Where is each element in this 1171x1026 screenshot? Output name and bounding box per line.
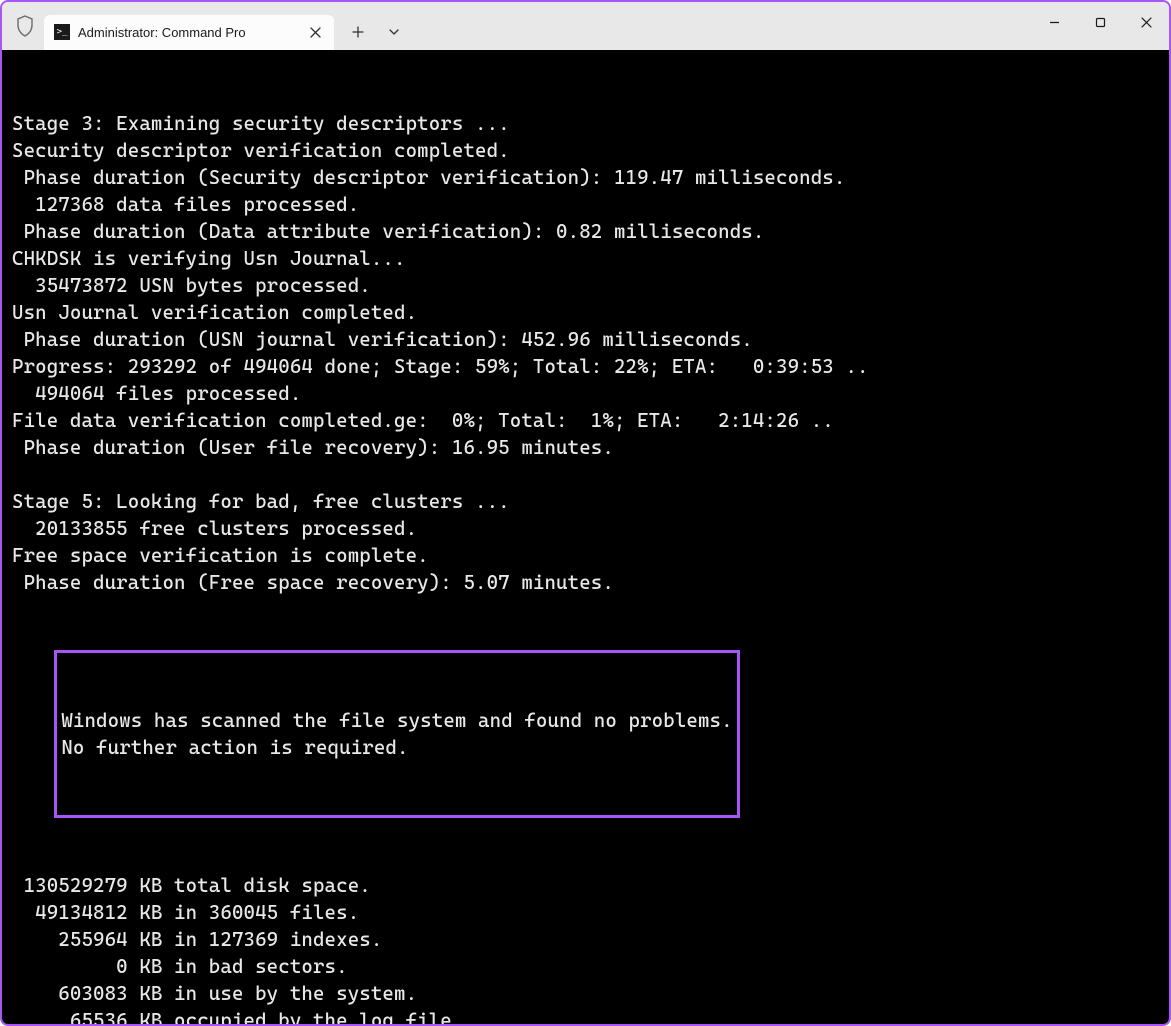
terminal-line: 494064 files processed. <box>12 380 1159 407</box>
terminal-line: Progress: 293292 of 494064 done; Stage: … <box>12 353 1159 380</box>
terminal-line: Stage 5: Looking for bad, free clusters … <box>12 488 1159 515</box>
terminal-line: File data verification completed.ge: 0%;… <box>12 407 1159 434</box>
minimize-button[interactable] <box>1031 2 1077 42</box>
terminal-line: Phase duration (Data attribute verificat… <box>12 218 1159 245</box>
terminal-line: CHKDSK is verifying Usn Journal... <box>12 245 1159 272</box>
tab-dropdown-button[interactable] <box>378 16 410 48</box>
terminal-line: Phase duration (User file recovery): 16.… <box>12 434 1159 461</box>
result-highlight: Windows has scanned the file system and … <box>54 650 739 818</box>
tab-close-button[interactable] <box>306 23 324 41</box>
terminal-line: 603083 KB in use by the system. <box>12 980 1159 1007</box>
terminal-result-line: Windows has scanned the file system and … <box>57 707 732 734</box>
tab-title: Administrator: Command Pro <box>78 25 298 40</box>
terminal-line: 255964 KB in 127369 indexes. <box>12 926 1159 953</box>
terminal-content[interactable]: Stage 3: Examining security descriptors … <box>2 50 1169 1024</box>
shield-icon <box>16 15 34 37</box>
terminal-line <box>12 845 1159 872</box>
terminal-result-line: No further action is required. <box>57 734 732 761</box>
terminal-line: 20133855 free clusters processed. <box>12 515 1159 542</box>
maximize-button[interactable] <box>1077 2 1123 42</box>
terminal-line: Free space verification is complete. <box>12 542 1159 569</box>
terminal-line: Phase duration (Free space recovery): 5.… <box>12 569 1159 596</box>
terminal-window: >_ Administrator: Command Pro <box>0 0 1171 1026</box>
tabbar-actions <box>342 16 410 48</box>
terminal-line: Phase duration (USN journal verification… <box>12 326 1159 353</box>
close-button[interactable] <box>1123 2 1169 42</box>
new-tab-button[interactable] <box>342 16 374 48</box>
titlebar: >_ Administrator: Command Pro <box>2 2 1169 50</box>
terminal-line: Stage 3: Examining security descriptors … <box>12 110 1159 137</box>
terminal-line: 49134812 KB in 360045 files. <box>12 899 1159 926</box>
tab-active[interactable]: >_ Administrator: Command Pro <box>44 15 334 50</box>
terminal-icon: >_ <box>54 24 70 40</box>
terminal-line: 65536 KB occupied by the log file. <box>12 1007 1159 1024</box>
terminal-line: 0 KB in bad sectors. <box>12 953 1159 980</box>
terminal-line <box>12 596 1159 623</box>
terminal-line <box>12 461 1159 488</box>
terminal-line: 127368 data files processed. <box>12 191 1159 218</box>
terminal-line: Phase duration (Security descriptor veri… <box>12 164 1159 191</box>
terminal-line: 35473872 USN bytes processed. <box>12 272 1159 299</box>
terminal-line: Security descriptor verification complet… <box>12 137 1159 164</box>
window-controls <box>1031 2 1169 42</box>
terminal-line: 130529279 KB total disk space. <box>12 872 1159 899</box>
terminal-line: Usn Journal verification completed. <box>12 299 1159 326</box>
